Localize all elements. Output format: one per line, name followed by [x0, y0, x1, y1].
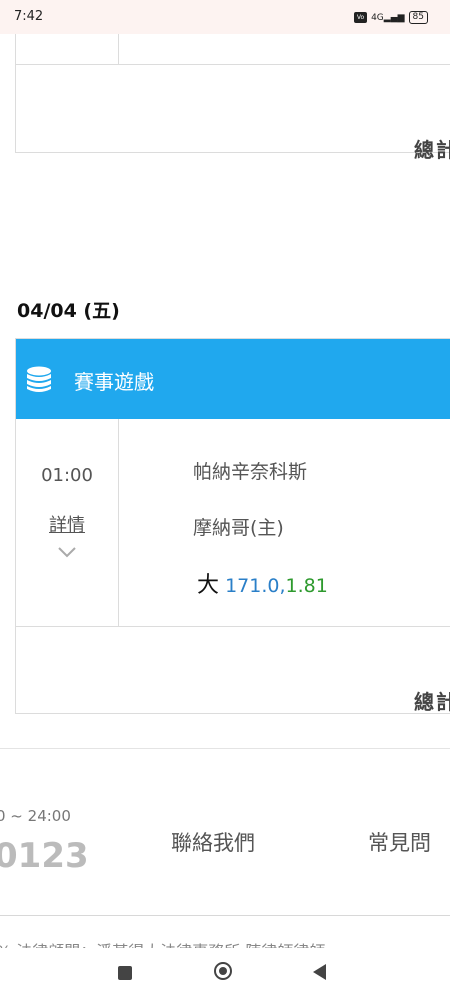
contact-us-link[interactable]: 聯絡我們 [171, 827, 255, 857]
previous-match-card: 總計 [15, 34, 450, 162]
footer-divider [0, 748, 450, 749]
total-label: 總計 [414, 690, 450, 714]
game-card-title: 賽事遊戲 [74, 370, 154, 394]
odds-price: 1.81 [285, 575, 328, 597]
odds-line[interactable]: 大 171.0,1.81 [197, 567, 328, 599]
service-hours: 0 ~ 24:00 [0, 807, 71, 825]
battery-icon: 85 [408, 11, 428, 24]
team-home: 摩納哥(主) [193, 517, 284, 539]
status-bar: 7:42 Vo 4G▂▄▆ 85 [0, 0, 450, 34]
total-label: 總計 [414, 138, 450, 162]
status-icons: Vo 4G▂▄▆ 85 [354, 11, 428, 24]
database-icon [27, 366, 51, 392]
match-time: 01:00 [41, 465, 93, 486]
volte-icon: Vo [354, 12, 368, 23]
column-divider [118, 34, 119, 64]
footer-divider [0, 915, 450, 916]
bet-type: 大 [197, 573, 220, 598]
faq-link[interactable]: 常見問 [368, 827, 431, 857]
column-divider [118, 419, 119, 626]
match-row: 01:00 詳情 帕納辛奈科斯 摩納哥(主) 大 171.0,1.81 [16, 419, 450, 627]
system-nav-bar [0, 950, 450, 1000]
date-header: 04/04 (五) [17, 300, 120, 322]
detail-link[interactable]: 詳情 [16, 511, 118, 537]
handicap-line: 171.0 [225, 575, 280, 597]
status-time: 7:42 [14, 9, 44, 24]
game-card: 賽事遊戲 01:00 詳情 帕納辛奈科斯 摩納哥(主) 大 171.0,1.81… [15, 338, 450, 714]
recents-icon[interactable] [118, 966, 132, 980]
game-card-header[interactable]: 賽事遊戲 [16, 339, 450, 419]
phone-number[interactable]: 0123 [0, 836, 89, 876]
signal-icon: 4G▂▄▆ [371, 12, 405, 23]
team-away: 帕納辛奈科斯 [193, 461, 308, 483]
back-icon[interactable] [313, 964, 326, 980]
home-icon[interactable] [214, 962, 232, 980]
chevron-down-icon[interactable] [57, 545, 77, 559]
legal-text: % 法律顧問：潘某得大法律事務所 陳律師律師 [0, 938, 325, 948]
previous-match-row [16, 34, 450, 65]
